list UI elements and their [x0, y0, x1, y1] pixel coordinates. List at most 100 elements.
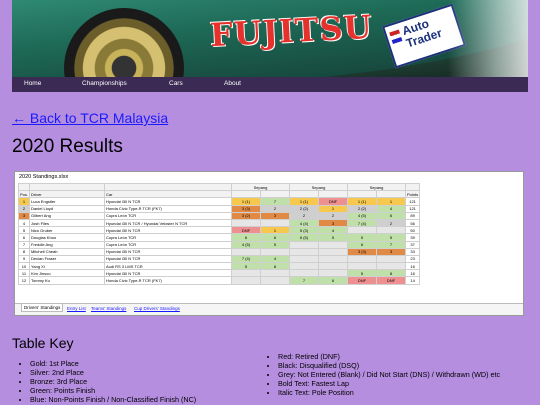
tab-cup-drivers-standings[interactable]: Cup Drivers' Standings [134, 306, 180, 311]
nav-about[interactable]: About [224, 80, 241, 87]
cell-car: Hyundai i30 N TCR [104, 269, 233, 278]
cell-car: Hyundai i30 N TCR [104, 247, 233, 256]
flag-icon [389, 29, 403, 44]
header-blank [17, 182, 31, 192]
cell-pos: 5 [17, 226, 31, 235]
cell-result: 7 (4) [347, 218, 378, 228]
cell-result: 2 [376, 218, 407, 228]
cell-result [318, 240, 349, 249]
cell-driver: Douglas Khoo [29, 233, 106, 242]
header-round-3: Sepang [347, 182, 407, 192]
cell-result: DNF [231, 226, 262, 235]
header-blank [318, 190, 349, 199]
cell-driver: Nico Gruber [29, 226, 106, 235]
cell-pos: 9 [17, 254, 31, 264]
cell-result [231, 276, 262, 285]
cell-pos: 11 [17, 269, 31, 278]
back-link[interactable]: ← Back to TCR Malaysia [12, 110, 168, 126]
header-blank [231, 190, 262, 199]
cell-result [289, 240, 320, 249]
cell-result: 3 [376, 247, 407, 256]
cell-result: 4 [376, 204, 407, 213]
header-round-2: Sepang [289, 182, 349, 192]
cell-result: 1 [318, 204, 349, 213]
cell-result [289, 269, 320, 278]
table-row: 6 Douglas Khoo Cupra León TCR 6 6 6 (5) 5 5 5 39 [17, 233, 421, 242]
cell-result: 6 [318, 276, 349, 285]
cell-result: DNF [376, 276, 407, 285]
cell-result [260, 276, 291, 285]
table-header-row: Pos. Driver Car Points [17, 190, 421, 199]
cell-result: 7 [260, 197, 291, 206]
table-header-row: Sepang Sepang Sepang [17, 182, 421, 192]
cell-driver: Daniel Lloyd [29, 204, 106, 213]
cell-result: 6 [231, 233, 262, 242]
nav-championships[interactable]: Championships [82, 80, 127, 87]
cell-result: 2 (2) [347, 204, 378, 213]
header-round-1: Sepang [231, 182, 291, 192]
cell-driver: Freddie Ang [29, 240, 106, 249]
tab-entry-list[interactable]: Entry List [67, 306, 86, 311]
cell-result: 6 [260, 233, 291, 242]
key-item: Blue: Non-Points Finish / Non-Classified… [30, 395, 196, 404]
key-item: Italic Text: Pole Position [278, 388, 500, 397]
tab-drivers-standings[interactable]: Drivers' Standings [21, 304, 64, 312]
cell-result: 3 (3) [347, 247, 378, 256]
table-row: 4 Josh Files Hyundai i30 N TCR / Hyundai V… [17, 218, 421, 228]
cell-result [260, 269, 291, 278]
cell-result: 6 (5) [289, 233, 320, 242]
cell-result: 6 [376, 211, 407, 220]
cell-points: 121 [405, 197, 421, 206]
cell-car: Honda Civic Type-R TCR (FK7) [104, 276, 233, 285]
cell-result: 2 (2) [289, 204, 320, 213]
cell-result: 4 [260, 254, 291, 264]
cell-points: 14 [405, 276, 421, 285]
cell-points: 89 [405, 211, 421, 220]
header-driver: Driver [29, 190, 106, 199]
table-key-title: Table Key [12, 335, 74, 351]
nav-home[interactable]: Home [24, 80, 41, 87]
cell-driver: Tommy Ku [29, 276, 106, 285]
cell-car: Audi RS 3 LMS TCR [104, 262, 233, 271]
key-item: Green: Points Finish [30, 386, 196, 395]
cell-car: Hyundai i30 N TCR [104, 226, 233, 235]
cell-result: 7 [376, 240, 407, 249]
cell-pos: 3 [17, 211, 31, 220]
header-car: Car [104, 190, 233, 199]
key-item: Bronze: 3rd Place [30, 377, 196, 386]
spreadsheet-embed[interactable]: 2020 Standings.xlsx Sepang Sepang Sepang… [14, 171, 524, 316]
cell-result: 1 (1) [289, 197, 320, 206]
cell-result: 8 [260, 262, 291, 271]
nav-cars[interactable]: Cars [169, 80, 183, 87]
cell-car: Honda Civic Type-R TCR (FK7) [104, 204, 233, 213]
standings-body: 1 Luca Engstler Hyundai i30 N TCR 1 (1) 7 1 (… [17, 197, 421, 285]
cell-result [231, 247, 262, 256]
table-row: 1 Luca Engstler Hyundai i30 N TCR 1 (1) 7 1 (… [17, 197, 421, 206]
cell-result: 4 (5) [347, 211, 378, 220]
cell-result: DNF [347, 276, 378, 285]
cell-car: Hyundai i30 N TCR [104, 197, 233, 206]
cell-result: 1 [260, 226, 291, 235]
cell-result: 5 [347, 233, 378, 242]
cell-result: 4 [318, 226, 349, 235]
table-row: 10 Yang Xi Audi RS 3 LMS TCR 5 8 16 [17, 262, 421, 271]
spreadsheet-filename: 2020 Standings.xlsx [19, 174, 69, 180]
header-blank [29, 182, 106, 192]
table-row: 9 Declan Fraser Hyundai i30 N TCR 7 (4) 4 23 [17, 254, 421, 264]
page-title: 2020 Results [12, 136, 123, 157]
cell-result [376, 254, 407, 264]
cell-result: 5 (3) [289, 226, 320, 235]
cell-car: Cupra León TCR [104, 211, 233, 220]
table-row: 5 Nico Gruber Hyundai i30 N TCR DNF 1 5 (3) 4 5… [17, 226, 421, 235]
cell-result: 3 [260, 211, 291, 220]
cell-points: 16 [405, 269, 421, 278]
cell-pos: 6 [17, 233, 31, 242]
cell-car: Hyundai i30 N TCR [104, 254, 233, 264]
cell-points: 37 [405, 240, 421, 249]
cell-pos: 2 [17, 204, 31, 213]
key-item: Black: Disqualified (DSQ) [278, 361, 500, 370]
cell-result: 8 [376, 269, 407, 278]
cell-result: 1 [376, 197, 407, 206]
tab-teams-standings[interactable]: Teams' Standings [91, 306, 126, 311]
cell-result [318, 269, 349, 278]
